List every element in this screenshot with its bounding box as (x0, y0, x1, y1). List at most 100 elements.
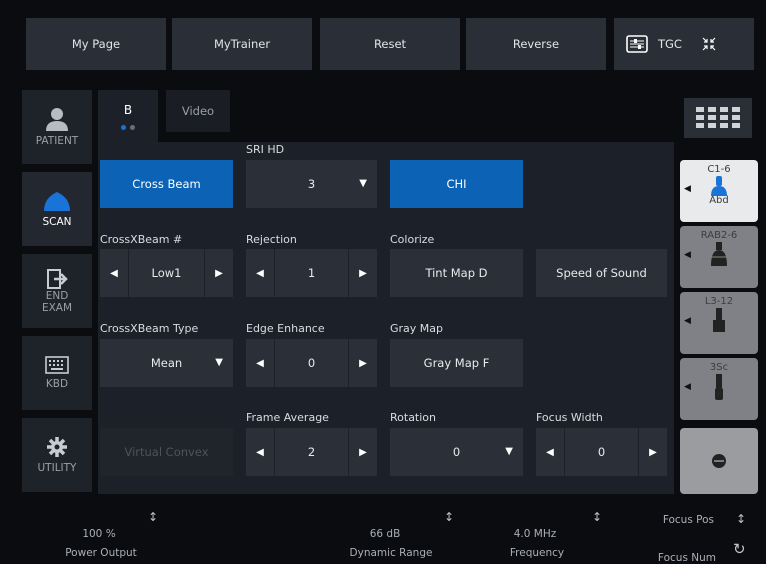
utility-label: UTILITY (37, 462, 77, 474)
scan-button[interactable]: SCAN (22, 172, 92, 246)
probe-selector-arrow-icon: ◀ (684, 316, 691, 326)
collapse-icon (702, 37, 716, 51)
sri-hd-value: 3 (307, 177, 316, 191)
decrement-arrow-icon[interactable]: ◀ (246, 339, 274, 387)
my-page-label: My Page (71, 37, 121, 51)
increment-arrow-icon[interactable]: ▶ (205, 249, 233, 297)
rotate-icon[interactable]: ↻ (733, 540, 746, 558)
tab-b[interactable]: B (98, 90, 158, 142)
reset-button[interactable]: Reset (320, 18, 460, 70)
utility-button[interactable]: UTILITY (22, 418, 92, 492)
increment-arrow-icon[interactable]: ▶ (349, 249, 377, 297)
decrement-arrow-icon[interactable]: ◀ (536, 428, 564, 476)
focus-width-value: 0 (564, 428, 639, 476)
dynamic-range-value: 66 dB (369, 528, 401, 540)
increment-arrow-icon[interactable]: ▶ (349, 428, 377, 476)
probe-extra-button[interactable] (680, 428, 758, 494)
probe-rab2-6[interactable]: ◀ RAB2-6 (680, 226, 758, 288)
tab-b-label: B (123, 102, 133, 117)
increment-arrow-icon[interactable]: ▶ (349, 339, 377, 387)
virtual-convex-button[interactable]: Virtual Convex (100, 428, 233, 476)
chi-button[interactable]: CHI (390, 160, 523, 208)
probe-selector-arrow-icon: ◀ (684, 382, 691, 392)
sri-hd-select[interactable]: 3 ▼ (246, 160, 377, 208)
reverse-label: Reverse (512, 37, 560, 51)
mytrainer-button[interactable]: MyTrainer (172, 18, 312, 70)
probe-c1-6[interactable]: ◀ C1-6 Abd (680, 160, 758, 222)
mytrainer-label: MyTrainer (213, 37, 271, 51)
kbd-button[interactable]: KBD (22, 336, 92, 410)
rotation-label: Rotation (390, 411, 437, 424)
rotation-select[interactable]: 0 ▼ (390, 428, 523, 476)
rejection-value: 1 (274, 249, 349, 297)
dropdown-arrow-icon: ▼ (505, 446, 513, 457)
edge-enhance-label: Edge Enhance (246, 322, 325, 335)
probe-name: 3Sc (709, 362, 729, 373)
focus-width-label: Focus Width (536, 411, 603, 424)
dynamic-range-label: Dynamic Range (349, 547, 433, 559)
dynamic-range-adjust-icon[interactable]: ↕ (444, 510, 454, 524)
reset-label: Reset (373, 37, 407, 51)
crossxbeam-stepper[interactable]: ◀ Low1 ▶ (100, 249, 233, 297)
crossxbeam-value: Low1 (128, 249, 205, 297)
probe-selector-arrow-icon: ◀ (684, 184, 691, 194)
sector-probe-icon (715, 374, 723, 400)
grid-menu-button[interactable] (684, 98, 752, 138)
tgc-label: TGC (658, 37, 682, 51)
exit-icon (47, 269, 68, 289)
tab-video-label: Video (181, 104, 215, 118)
probe-l3-12[interactable]: ◀ L3-12 (680, 292, 758, 354)
end-label: END (45, 290, 69, 302)
dropdown-arrow-icon: ▼ (359, 178, 367, 189)
focus-num-label: Focus Num (657, 552, 716, 564)
power-output-label: Power Output (65, 547, 137, 559)
volume-probe-icon (711, 242, 727, 266)
page-indicator (121, 124, 135, 130)
rejection-stepper[interactable]: ◀ 1 ▶ (246, 249, 377, 297)
dropdown-arrow-icon: ▼ (215, 357, 223, 368)
decrement-arrow-icon[interactable]: ◀ (246, 428, 274, 476)
tint-map-button[interactable]: Tint Map D (390, 249, 523, 297)
focus-width-stepper[interactable]: ◀ 0 ▶ (536, 428, 667, 476)
scan-label: SCAN (42, 216, 72, 228)
probe-name: C1-6 (707, 164, 731, 175)
end-exam-button[interactable]: END EXAM (22, 254, 92, 328)
decrement-arrow-icon[interactable]: ◀ (100, 249, 128, 297)
rejection-label: Rejection (246, 233, 297, 246)
cross-beam-button[interactable]: Cross Beam (100, 160, 233, 208)
increment-arrow-icon[interactable]: ▶ (639, 428, 667, 476)
patient-button[interactable]: PATIENT (22, 90, 92, 164)
probe-3sc[interactable]: ◀ 3Sc (680, 358, 758, 420)
frequency-adjust-icon[interactable]: ↕ (592, 510, 602, 524)
scan-probe-icon (44, 192, 70, 211)
focus-pos-adjust-icon[interactable]: ↕ (736, 512, 746, 526)
decrement-arrow-icon[interactable]: ◀ (246, 249, 274, 297)
focus-pos-label: Focus Pos (662, 514, 714, 526)
my-page-button[interactable]: My Page (26, 18, 166, 70)
tab-video[interactable]: Video (166, 90, 230, 132)
rotation-value: 0 (452, 445, 461, 459)
power-output-adjust-icon[interactable]: ↕ (148, 510, 158, 524)
sri-hd-label: SRI HD (246, 143, 285, 156)
reverse-button[interactable]: Reverse (466, 18, 606, 70)
crossxbeam-label: CrossXBeam # (100, 233, 183, 246)
frame-average-stepper[interactable]: ◀ 2 ▶ (246, 428, 377, 476)
exam-label: EXAM (41, 302, 73, 314)
gear-icon (47, 437, 67, 457)
edge-enhance-stepper[interactable]: ◀ 0 ▶ (246, 339, 377, 387)
speed-of-sound-button[interactable]: Speed of Sound (536, 249, 667, 297)
frequency-label: Frequency (509, 547, 565, 559)
crossxbeam-type-select[interactable]: Mean ▼ (100, 339, 233, 387)
gray-map-label: Gray Map (390, 322, 444, 335)
tgc-button[interactable]: TGC (614, 18, 754, 70)
frequency-value: 4.0 MHz (513, 528, 557, 540)
crossxbeam-type-value: Mean (150, 356, 183, 370)
gray-map-button[interactable]: Gray Map F (390, 339, 523, 387)
patient-icon (46, 108, 68, 131)
frame-average-value: 2 (274, 428, 349, 476)
grid-icon (696, 107, 740, 128)
edge-enhance-value: 0 (274, 339, 349, 387)
power-output-value: 100 % (82, 528, 116, 540)
probe-selector-arrow-icon: ◀ (684, 250, 691, 260)
probe-connector-icon (712, 454, 726, 468)
